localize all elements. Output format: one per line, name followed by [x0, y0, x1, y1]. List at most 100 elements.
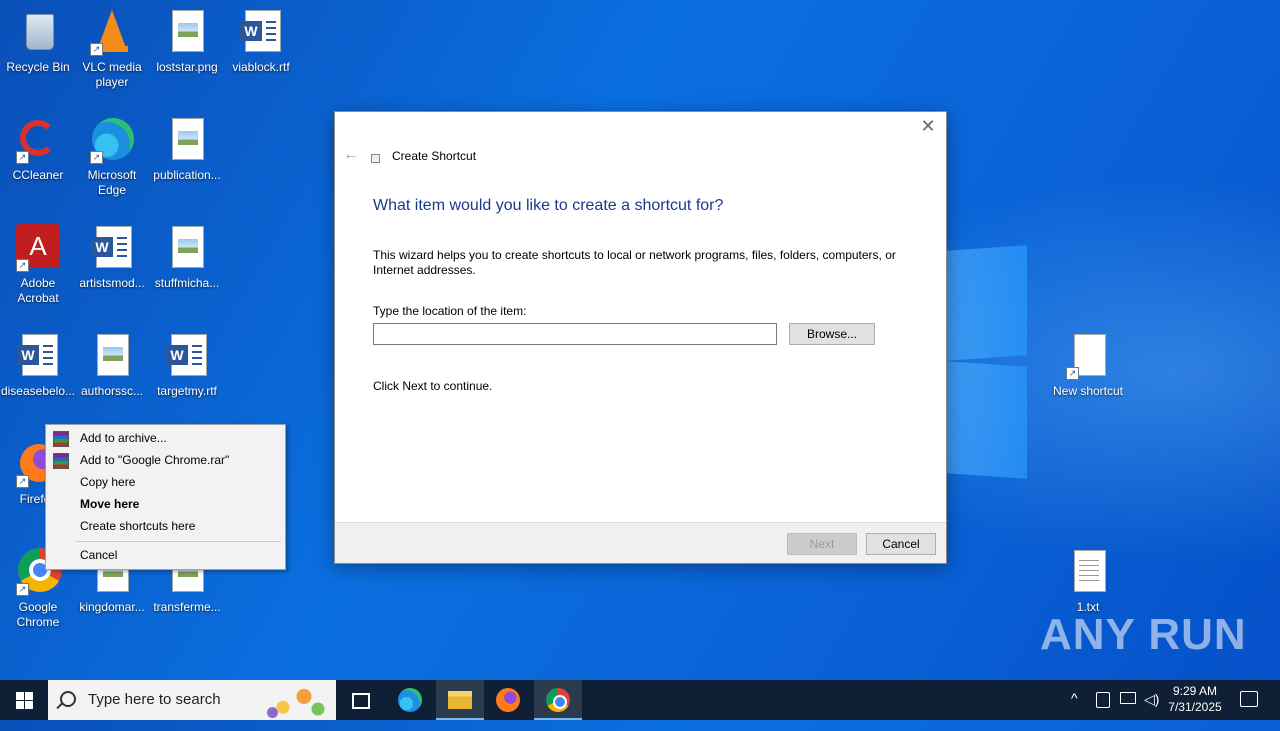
text-file-icon	[1064, 548, 1112, 596]
taskbar-search-box[interactable]: Type here to search	[48, 680, 336, 720]
shortcut-arrow-icon: ↗	[16, 583, 29, 596]
menu-item-move-here[interactable]: Move here	[46, 493, 285, 515]
desktop-icon-new-shortcut[interactable]: ↗ New shortcut	[1048, 332, 1128, 399]
taskbar: Type here to search ^ ◁) 9:29 AM 7/31/20…	[0, 680, 1280, 720]
menu-item-add-to-rar[interactable]: Add to "Google Chrome.rar"	[46, 449, 285, 471]
menu-separator	[76, 541, 281, 542]
location-input[interactable]	[373, 323, 777, 345]
icon-label: diseasebelo...	[0, 384, 76, 398]
shortcut-arrow-icon: ↗	[16, 259, 29, 272]
taskbar-clock[interactable]: 9:29 AM 7/31/2025	[1160, 683, 1230, 715]
image-file-icon	[163, 8, 211, 56]
search-icon	[60, 691, 76, 707]
desktop-icon-authorssc[interactable]: authorssc...	[74, 332, 150, 399]
desktop-icon-artistsmod[interactable]: W artistsmod...	[74, 224, 150, 291]
windows-logo-icon	[16, 692, 24, 700]
windows-logo-pane	[25, 692, 33, 700]
taskbar-firefox[interactable]	[484, 680, 532, 720]
edge-icon: ↗	[88, 116, 136, 164]
icon-label: targetmy.rtf	[157, 384, 217, 398]
windows-logo-pane	[25, 701, 33, 709]
icon-label: Recycle Bin	[6, 60, 70, 74]
menu-item-label: Add to "Google Chrome.rar"	[80, 453, 230, 467]
desktop-icon-recycle-bin[interactable]: Recycle Bin	[0, 8, 76, 75]
close-icon[interactable]: ✕	[918, 116, 938, 136]
windows-logo-pane	[16, 701, 24, 709]
wallpaper-pane	[945, 361, 1027, 479]
menu-item-label: Copy here	[80, 475, 136, 489]
icon-label: New shortcut	[1052, 384, 1124, 398]
browse-button[interactable]: Browse...	[789, 323, 875, 345]
location-label: Type the location of the item:	[373, 304, 527, 318]
vlc-cone-icon: ↗	[88, 8, 136, 56]
desktop-icon-edge[interactable]: ↗ Microsoft Edge	[74, 116, 150, 198]
desktop-icon-viablock[interactable]: W viablock.rtf	[223, 8, 299, 75]
blank-file-icon: ↗	[1064, 332, 1112, 380]
anyrun-watermark: ANY RUN	[1040, 610, 1247, 659]
winrar-icon	[53, 431, 69, 447]
menu-item-label: Add to archive...	[80, 431, 167, 445]
icon-label: viablock.rtf	[232, 60, 290, 74]
search-highlight-image	[262, 682, 332, 718]
word-document-icon: W	[163, 332, 211, 380]
menu-item-label: Cancel	[80, 548, 118, 562]
window-title: Create Shortcut	[392, 149, 477, 163]
word-document-icon: W	[237, 8, 285, 56]
desktop-icon-vlc[interactable]: ↗ VLC media player	[74, 8, 150, 90]
desktop-icon-adobe-acrobat[interactable]: A ↗ Adobe Acrobat	[0, 224, 76, 306]
icon-label: kingdomar...	[79, 600, 145, 614]
start-button[interactable]	[0, 680, 48, 720]
taskbar-file-explorer[interactable]	[436, 680, 484, 720]
recycle-bin-icon	[14, 8, 62, 56]
show-hidden-icons-chevron-icon[interactable]: ^	[1071, 690, 1078, 730]
menu-item-cancel[interactable]: Cancel	[46, 544, 285, 566]
taskbar-chrome[interactable]	[534, 680, 582, 720]
desktop-icon-ccleaner[interactable]: ↗ CCleaner	[0, 116, 76, 183]
chrome-center-icon	[553, 695, 567, 709]
context-menu: Add to archive... Add to "Google Chrome.…	[45, 424, 286, 570]
menu-item-create-shortcuts-here[interactable]: Create shortcuts here	[46, 515, 285, 537]
desktop-icon-targetmy[interactable]: W targetmy.rtf	[149, 332, 225, 399]
notifications-icon[interactable]	[1240, 691, 1258, 707]
network-icon[interactable]	[1120, 692, 1136, 704]
wizard-heading: What item would you like to create a sho…	[373, 197, 724, 214]
desktop-icon-diseasebelo[interactable]: W diseasebelo...	[0, 332, 76, 399]
icon-label: stuffmicha...	[154, 276, 220, 290]
menu-item-label: Move here	[80, 497, 140, 511]
task-view-button[interactable]	[336, 680, 384, 720]
shortcut-arrow-icon: ↗	[90, 151, 103, 164]
menu-item-label: Create shortcuts here	[80, 519, 196, 533]
next-button[interactable]: Next	[787, 533, 857, 555]
icon-label: CCleaner	[12, 168, 64, 182]
desktop-icon-loststar[interactable]: loststar.png	[149, 8, 225, 75]
shortcut-arrow-icon: ↗	[16, 151, 29, 164]
menu-item-copy-here[interactable]: Copy here	[46, 471, 285, 493]
image-file-icon	[163, 224, 211, 272]
volume-icon[interactable]: ◁)	[1144, 691, 1159, 731]
menu-item-add-to-archive[interactable]: Add to archive...	[46, 427, 285, 449]
desktop-icon-1-txt[interactable]: 1.txt	[1048, 548, 1128, 615]
edge-icon	[398, 688, 422, 712]
dialog-footer: Next Cancel	[335, 522, 946, 563]
folder-icon	[448, 691, 472, 709]
winrar-icon	[53, 453, 69, 469]
acrobat-icon: A ↗	[14, 224, 62, 272]
icon-label: Microsoft Edge	[87, 168, 137, 197]
defender-tray-icon[interactable]	[1096, 692, 1110, 708]
create-shortcut-dialog: ✕ ← Create Shortcut What item would you …	[334, 111, 947, 564]
desktop-icon-publication[interactable]: publication...	[149, 116, 225, 183]
icon-label: loststar.png	[156, 60, 218, 74]
cancel-button[interactable]: Cancel	[866, 533, 936, 555]
desktop-icon-stuffmicha[interactable]: stuffmicha...	[149, 224, 225, 291]
ccleaner-icon: ↗	[14, 116, 62, 164]
image-file-icon	[163, 116, 211, 164]
back-arrow-icon[interactable]: ←	[343, 146, 359, 164]
task-view-icon	[352, 693, 370, 709]
clock-date: 7/31/2025	[1168, 700, 1222, 714]
icon-label: Google Chrome	[16, 600, 60, 629]
word-document-icon: W	[14, 332, 62, 380]
continue-hint: Click Next to continue.	[373, 379, 493, 393]
taskbar-edge[interactable]	[386, 680, 434, 720]
word-document-icon: W	[88, 224, 136, 272]
icon-label: publication...	[153, 168, 221, 182]
